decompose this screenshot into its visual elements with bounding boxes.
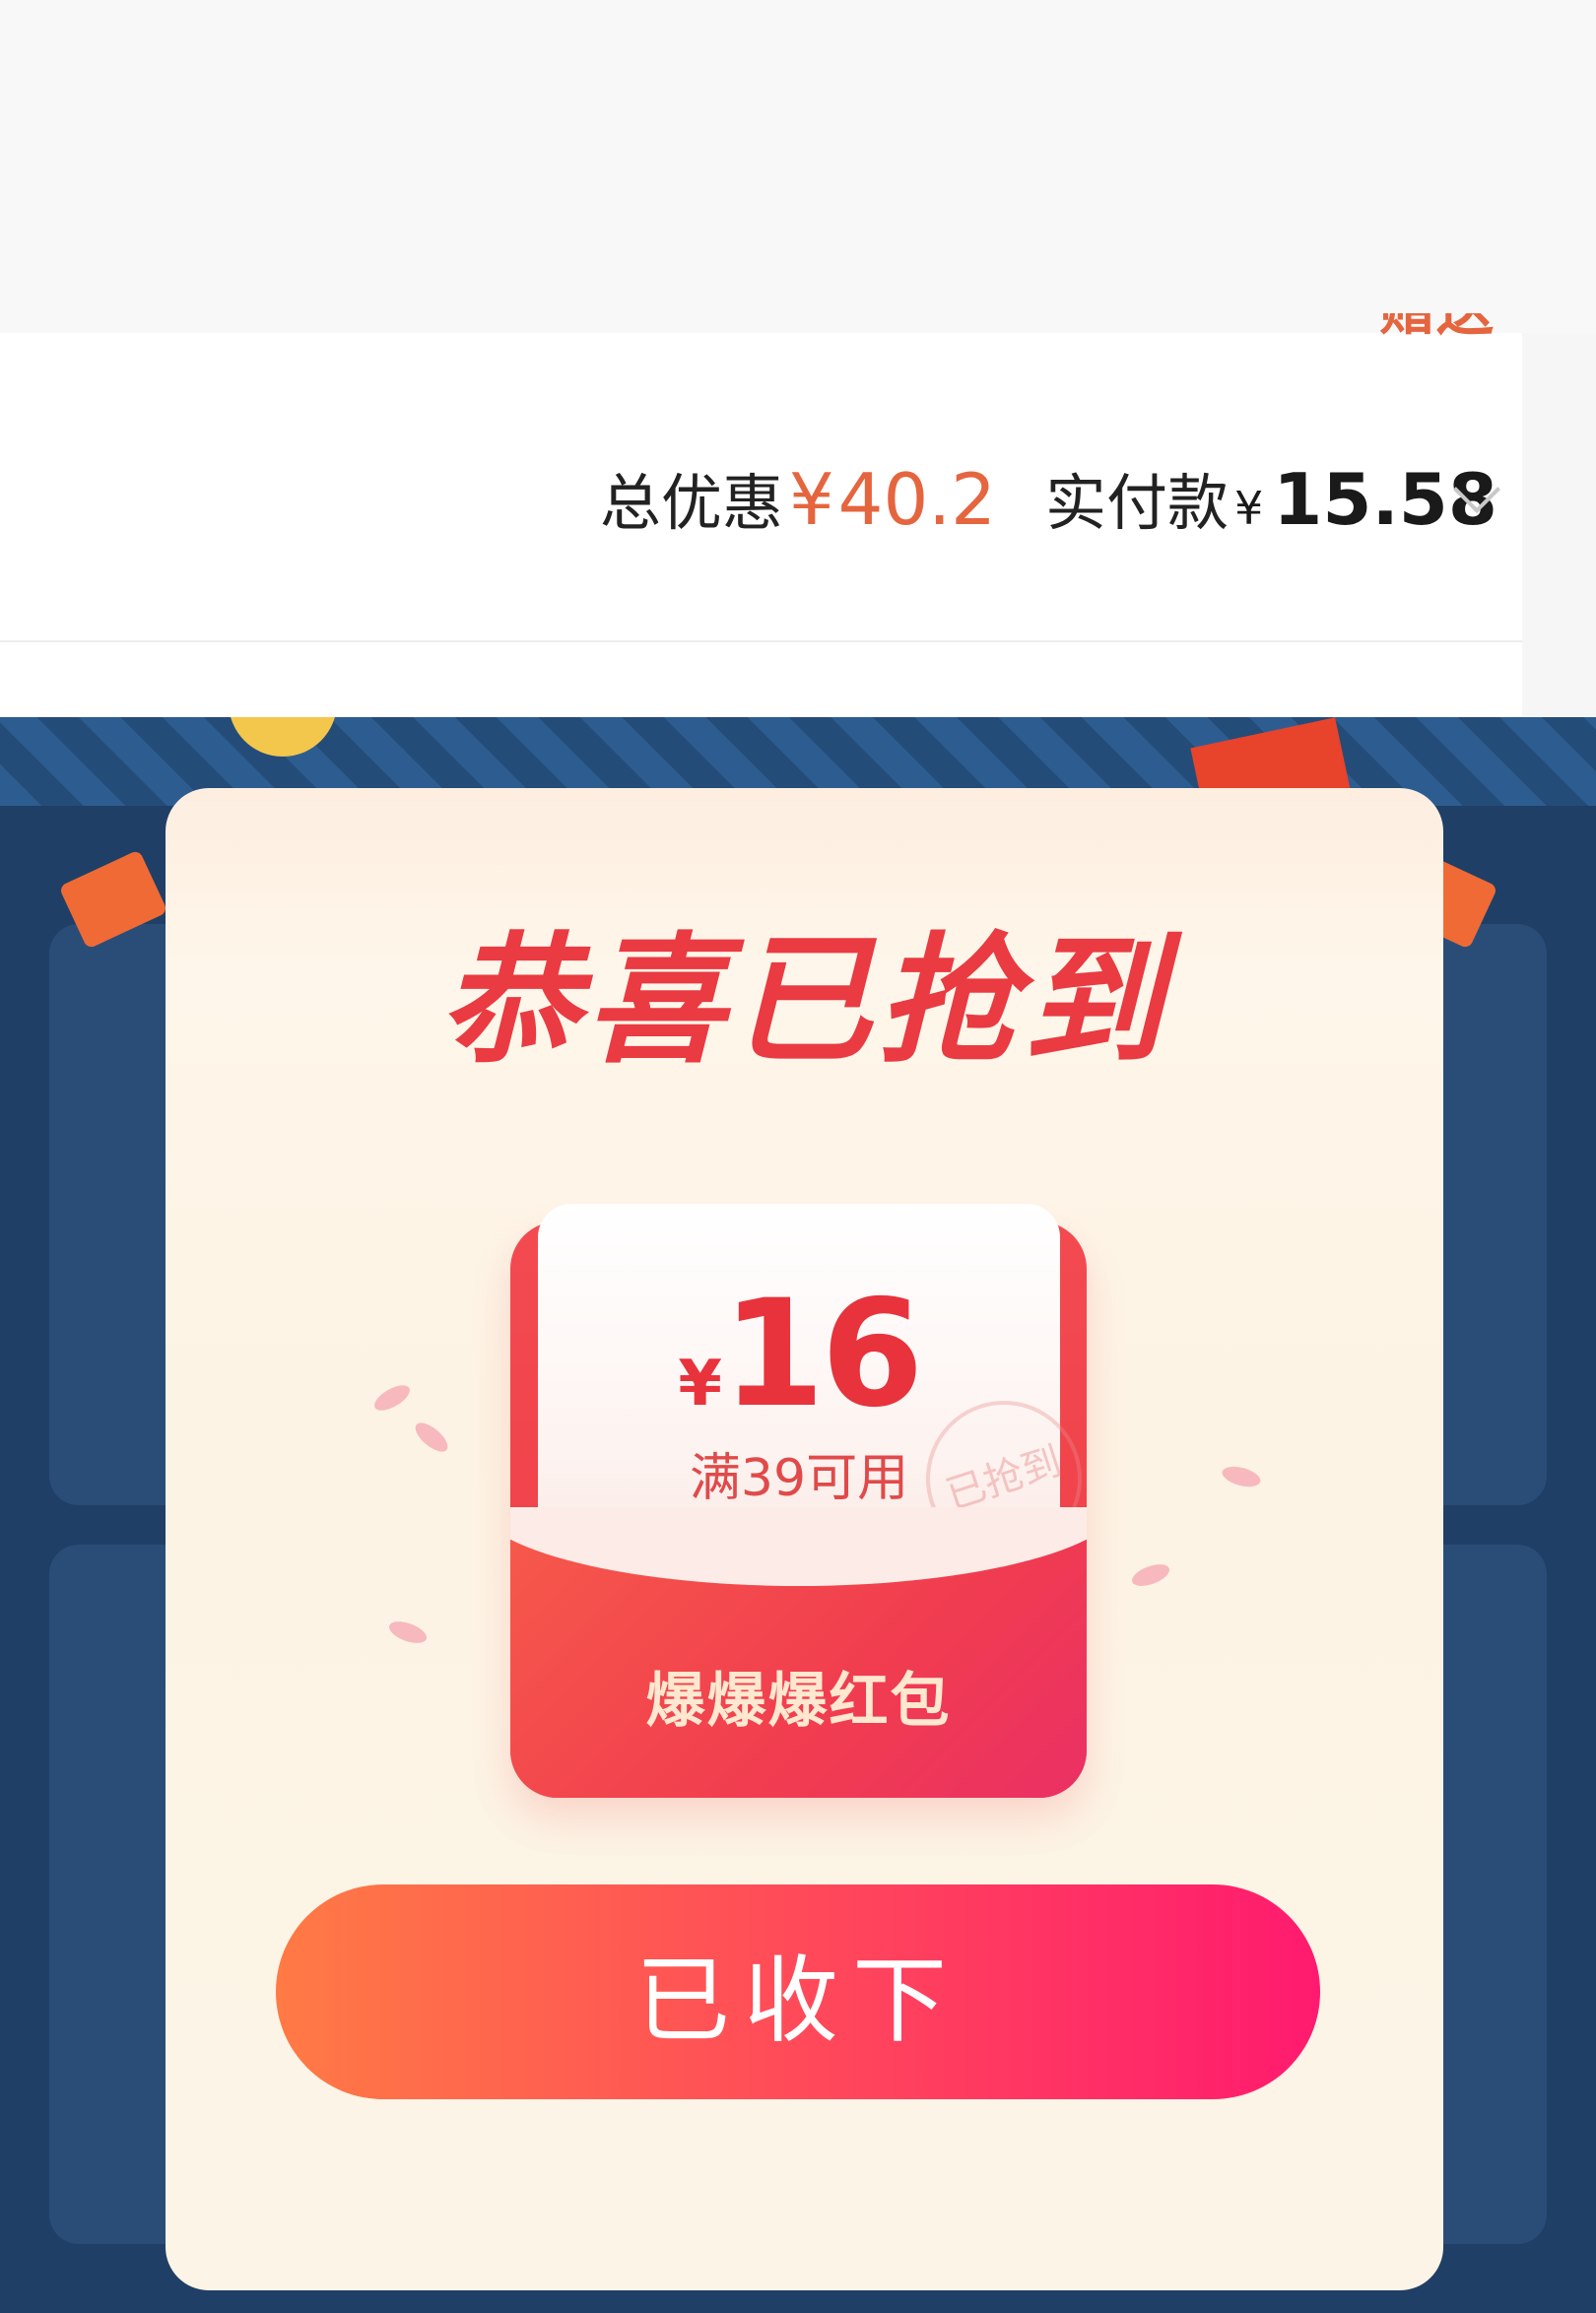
summary-right-gutter — [1522, 333, 1596, 717]
modal-title: 恭喜已抢到 — [439, 920, 1169, 1083]
paid-currency: ¥ — [1233, 482, 1264, 535]
received-button[interactable]: 已收下 — [276, 1884, 1320, 2099]
discount-value: 40.2 — [837, 458, 996, 541]
price-summary-row[interactable]: 总优惠 ¥ 40.2 实付款 ¥ 15.58 — [600, 453, 1497, 542]
confetti-piece — [370, 1380, 414, 1416]
confetti-piece — [1129, 1559, 1172, 1591]
coupon-value: 16 — [721, 1269, 924, 1440]
envelope-flap — [510, 1507, 1087, 1586]
coupon-name: 爆爆爆红包 — [645, 1667, 952, 1736]
confetti-piece — [410, 1418, 453, 1457]
top-blank-area — [0, 0, 1596, 333]
discount-currency: ¥ — [788, 458, 834, 541]
coupon-currency: ¥ — [678, 1348, 722, 1421]
envelope-front: 爆爆爆红包 — [510, 1507, 1087, 1798]
discount-label: 总优惠 — [599, 467, 783, 539]
cut-off-label: 赠送 — [1379, 313, 1494, 361]
confetti-piece — [386, 1617, 430, 1648]
reward-modal: 恭喜已抢到 ¥16 满39可用 已抢到 爆爆爆红包 已收下 — [166, 788, 1443, 2290]
paid-label: 实付款 — [1044, 467, 1229, 539]
confetti-piece — [1220, 1463, 1263, 1490]
divider — [0, 640, 1522, 642]
